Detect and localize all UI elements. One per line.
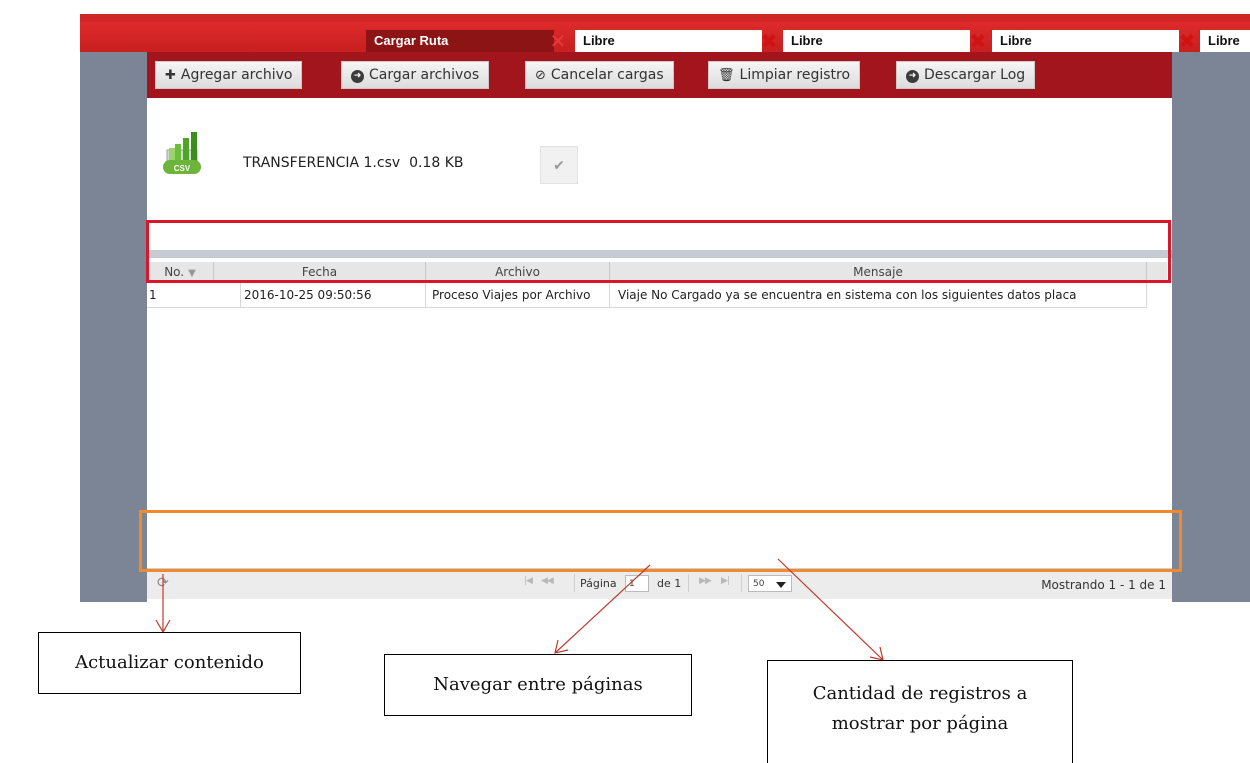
- arrow-page-size: [777, 558, 884, 661]
- callout-page-size: Cantidad de registros a mostrar por pági…: [767, 660, 1073, 763]
- callout-refresh: Actualizar contenido: [38, 632, 301, 694]
- callout-navigate: Navegar entre páginas: [384, 654, 692, 716]
- callout-text: Cantidad de registros a: [812, 683, 1028, 704]
- arrow-navigate: [554, 564, 651, 654]
- callout-text: mostrar por página: [831, 713, 1009, 734]
- callout-text: Actualizar contenido: [75, 652, 264, 673]
- callout-text: Navegar entre páginas: [433, 674, 643, 695]
